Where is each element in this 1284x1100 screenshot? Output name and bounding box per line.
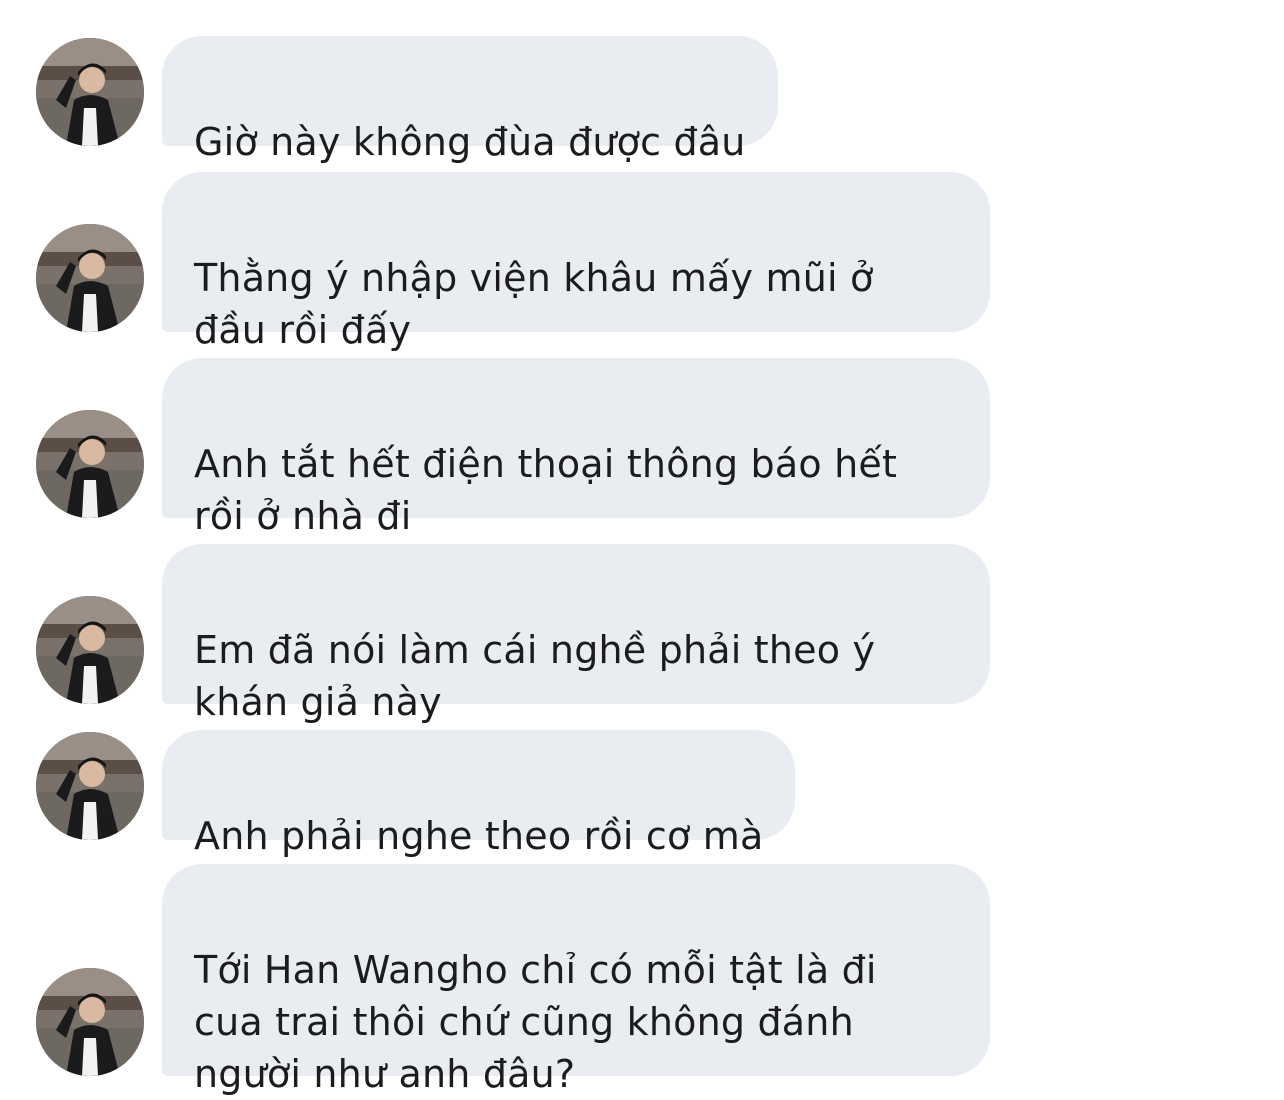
user-avatar-icon[interactable]: [36, 224, 144, 332]
message-bubble[interactable]: Anh phải nghe theo rồi cơ mà: [162, 730, 796, 858]
message-bubble[interactable]: Anh tắt hết điện thoại thông báo hết rồi…: [162, 358, 990, 538]
message-bubble[interactable]: Em đã nói làm cái nghề phải theo ý khán …: [162, 544, 990, 724]
message-text: Giờ này không đùa được đâu: [194, 120, 746, 164]
user-avatar-icon[interactable]: [36, 968, 144, 1076]
message-thread: Giờ này không đùa được đâu Thằng ý nhập …: [0, 0, 1284, 1098]
message-text: Thằng ý nhập viện khâu mấy mũi ở đầu rồi…: [194, 256, 874, 352]
message-bubble[interactable]: Tới Han Wangho chỉ có mỗi tật là đi cua …: [162, 864, 990, 1096]
message-text: Tới Han Wangho chỉ có mỗi tật là đi cua …: [194, 948, 877, 1096]
message-text: Anh phải nghe theo rồi cơ mà: [194, 814, 764, 858]
user-avatar-icon[interactable]: [36, 410, 144, 518]
user-avatar-icon[interactable]: [36, 732, 144, 840]
message-bubble[interactable]: Giờ này không đùa được đâu: [162, 36, 778, 164]
message-bubble[interactable]: Thằng ý nhập viện khâu mấy mũi ở đầu rồi…: [162, 172, 990, 352]
message-text: Em đã nói làm cái nghề phải theo ý khán …: [194, 628, 876, 724]
message-text: Anh tắt hết điện thoại thông báo hết rồi…: [194, 442, 898, 538]
user-avatar-icon[interactable]: [36, 38, 144, 146]
user-avatar-icon[interactable]: [36, 596, 144, 704]
